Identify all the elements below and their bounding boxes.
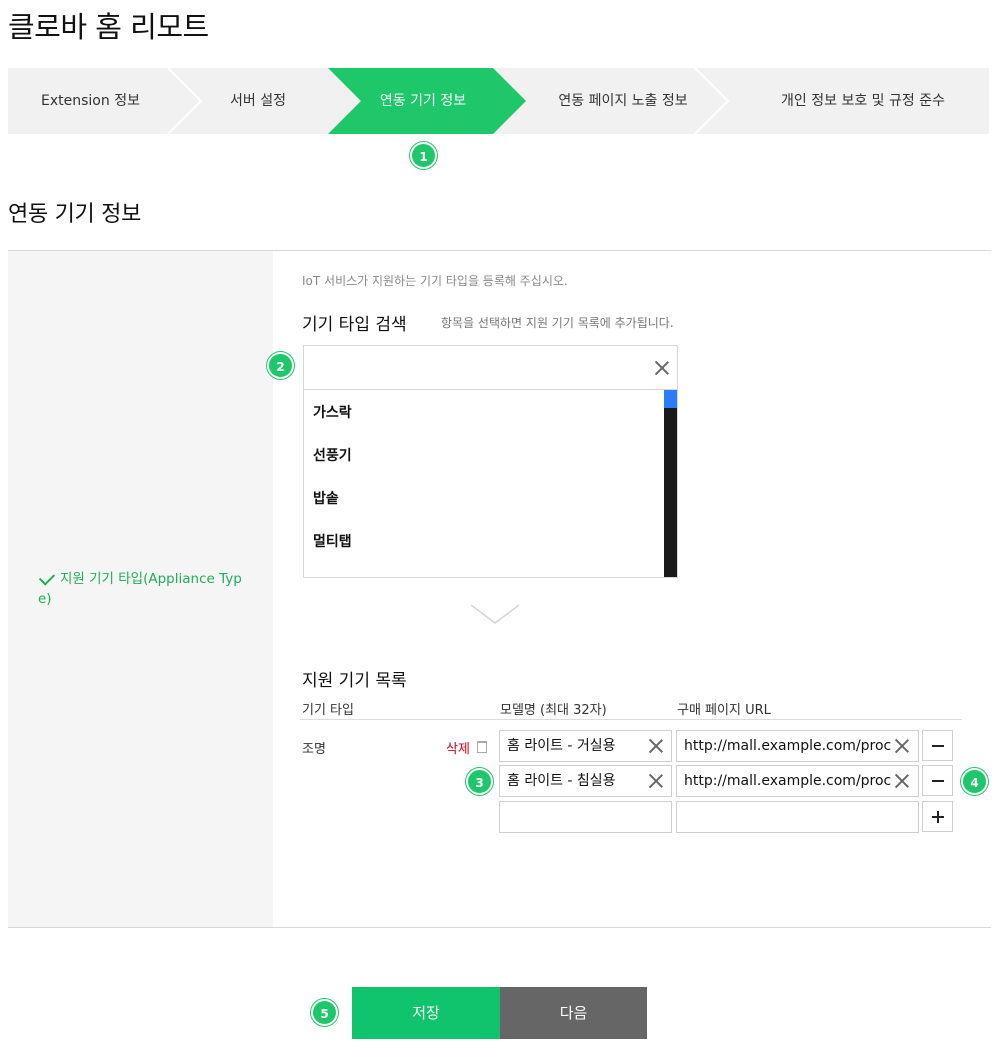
callout-badge-1: 1 (410, 142, 437, 169)
callout-badge-2: 2 (267, 352, 294, 379)
device-type-name: 조명 (302, 742, 326, 757)
device-type-dropdown: 가스락 선풍기 밥솥 멀티탭 (303, 389, 678, 578)
purchase-url-field[interactable] (676, 801, 919, 833)
callout-badge-4: 4 (961, 768, 988, 795)
column-header-device-type: 기기 타입 (302, 703, 354, 718)
remove-row-button[interactable] (922, 765, 953, 796)
model-name-value: 홈 라이트 - 침실용 (507, 773, 616, 789)
form-label-column: 지원 기기 타입(Appliance Type) (8, 251, 273, 927)
appliance-type-label-text: 지원 기기 타입(Appliance Type) (38, 571, 242, 607)
dropdown-item-gas-lock[interactable]: 가스락 (313, 402, 352, 422)
supported-device-list-title: 지원 기기 목록 (302, 671, 407, 691)
trash-icon[interactable] (477, 741, 487, 753)
step-extension-info[interactable]: Extension 정보 (8, 68, 173, 134)
chevron-down-icon (470, 604, 520, 624)
page-title: 클로바 홈 리모트 (8, 10, 209, 44)
step-server-settings[interactable]: 서버 설정 (183, 68, 333, 134)
column-header-purchase-url: 구매 페이지 URL (677, 703, 771, 718)
model-name-value: 홈 라이트 - 거실용 (507, 738, 616, 754)
column-header-model-name: 모델명 (최대 32자) (500, 703, 607, 718)
device-type-search-hint: 항목을 선택하면 지원 기기 목록에 추가됩니다. (441, 316, 674, 330)
dropdown-scroll-thumb[interactable] (664, 390, 677, 408)
appliance-type-label: 지원 기기 타입(Appliance Type) (38, 569, 248, 609)
dropdown-scrollbar[interactable] (664, 390, 677, 577)
model-name-field[interactable]: 홈 라이트 - 거실용 (499, 730, 672, 762)
dropdown-item-fan[interactable]: 선풍기 (313, 445, 352, 465)
form-description: IoT 서비스가 지원하는 기기 타입을 등록해 주십시오. (302, 274, 568, 288)
device-type-search-box (303, 345, 678, 390)
clear-model-name-icon[interactable] (648, 773, 664, 789)
purchase-url-field[interactable]: http://mall.example.com/proc (676, 730, 919, 762)
check-icon (38, 569, 56, 586)
model-name-field[interactable]: 홈 라이트 - 침실용 (499, 765, 672, 797)
list-header-divider (300, 719, 962, 720)
add-row-button[interactable] (922, 801, 953, 832)
purchase-url-value: http://mall.example.com/proc (684, 738, 892, 754)
callout-badge-3: 3 (466, 768, 493, 795)
save-button[interactable]: 저장 (352, 987, 500, 1039)
section-title: 연동 기기 정보 (8, 202, 142, 227)
model-name-field[interactable] (499, 801, 672, 833)
purchase-url-value: http://mall.example.com/proc (684, 773, 892, 789)
clear-url-icon[interactable] (894, 773, 910, 789)
clear-url-icon[interactable] (894, 738, 910, 754)
device-type-search-input[interactable] (304, 346, 634, 389)
next-button[interactable]: 다음 (500, 987, 647, 1039)
purchase-url-field[interactable]: http://mall.example.com/proc (676, 765, 919, 797)
callout-badge-5: 5 (311, 999, 338, 1026)
clear-search-icon[interactable] (654, 360, 670, 376)
clear-model-name-icon[interactable] (648, 738, 664, 754)
step-privacy-compliance[interactable]: 개인 정보 보호 및 규정 준수 (738, 68, 988, 134)
step-progress-bar: Extension 정보 서버 설정 연동 기기 정보 연동 페이지 노출 정보… (8, 68, 989, 134)
dropdown-item-power-strip[interactable]: 멀티탭 (313, 531, 352, 551)
remove-row-button[interactable] (922, 730, 953, 761)
device-type-search-title: 기기 타입 검색 (302, 315, 407, 335)
step-linked-device-info[interactable]: 연동 기기 정보 (348, 68, 498, 134)
dropdown-item-rice-cooker[interactable]: 밥솥 (313, 488, 339, 508)
step-link-page-exposure-info[interactable]: 연동 페이지 노출 정보 (533, 68, 713, 134)
delete-device-type-button[interactable]: 삭제 (446, 738, 470, 757)
